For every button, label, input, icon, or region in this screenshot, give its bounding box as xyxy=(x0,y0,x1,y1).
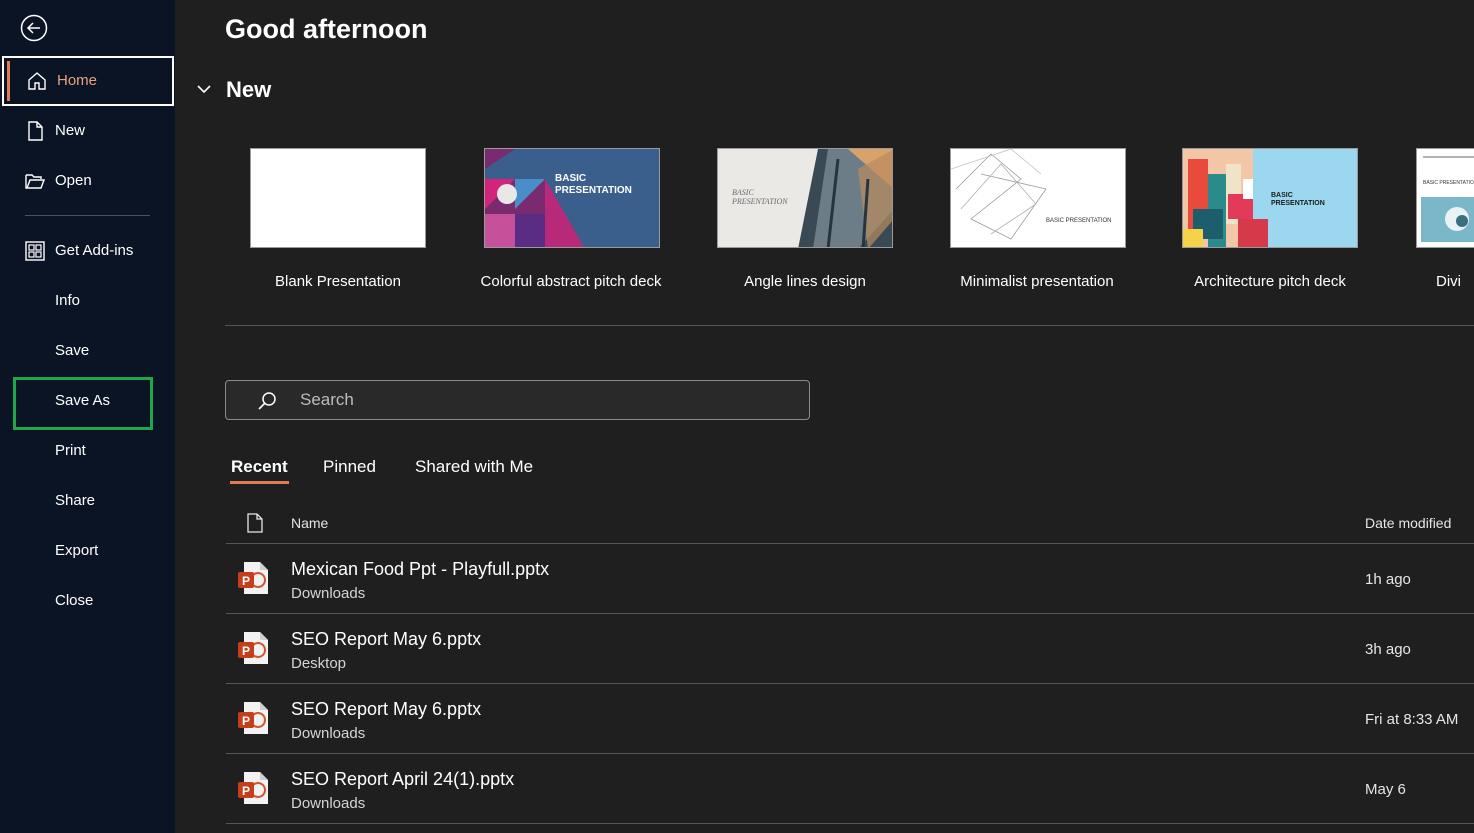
file-location: Downloads xyxy=(291,795,366,812)
greeting-title: Good afternoon xyxy=(225,14,428,44)
active-indicator xyxy=(7,61,10,101)
file-name: SEO Report May 6.pptx xyxy=(291,699,482,719)
tab-pinned[interactable]: Pinned xyxy=(323,457,376,477)
powerpoint-backstage: Home New Open Get Add-ins Info Save Save… xyxy=(0,0,1474,833)
template-thumbnail: BASIC PRESENTATION xyxy=(1182,148,1358,248)
file-type-icon xyxy=(247,513,263,533)
sidebar-item-label: Get Add-ins xyxy=(55,242,134,259)
section-divider xyxy=(225,325,1474,326)
template-thumbnail: BASIC PRESENTATION xyxy=(1416,148,1474,248)
template-thumbnail: BASIC PRESENTATION xyxy=(717,148,893,248)
file-location: Downloads xyxy=(291,725,366,742)
sidebar-item-label: Save As xyxy=(55,392,111,409)
template-minimalist[interactable]: BASIC PRESENTATION Minimalist presentati… xyxy=(937,148,1137,298)
back-arrow-icon xyxy=(20,14,48,42)
sidebar-item-new[interactable]: New xyxy=(0,106,175,156)
template-label: Colorful abstract pitch deck xyxy=(480,273,662,290)
template-blank-presentation[interactable]: Blank Presentation xyxy=(238,148,438,298)
sidebar-item-label: Export xyxy=(55,542,99,559)
active-tab-indicator xyxy=(230,481,289,484)
column-header-date-modified[interactable]: Date modified xyxy=(1365,515,1451,531)
new-document-icon xyxy=(24,120,46,142)
svg-text:BASIC PRESENTATION: BASIC PRESENTATION xyxy=(1423,180,1474,186)
powerpoint-file-icon: P xyxy=(238,702,268,734)
sidebar-item-label: Save xyxy=(55,342,90,359)
tab-recent[interactable]: Recent xyxy=(231,457,288,477)
svg-text:P: P xyxy=(242,644,250,658)
sidebar-item-save[interactable]: Save xyxy=(0,326,175,376)
file-name: SEO Report May 6.pptx xyxy=(291,629,482,649)
sidebar-item-open[interactable]: Open xyxy=(0,156,175,206)
sidebar-divider xyxy=(25,215,150,216)
sidebar-item-label: Open xyxy=(55,172,92,189)
template-label: Minimalist presentation xyxy=(960,273,1114,290)
template-colorful-abstract[interactable]: BASIC PRESENTATION Colorful abstract pit… xyxy=(471,148,671,298)
template-divi[interactable]: BASIC PRESENTATION Divi xyxy=(1404,148,1474,298)
file-row[interactable]: P SEO Report April 24(1).pptx Downloads … xyxy=(226,754,1474,824)
new-section-title: New xyxy=(226,77,272,102)
svg-text:BASIC: BASIC xyxy=(555,173,586,184)
tab-shared-with-me[interactable]: Shared with Me xyxy=(415,457,533,477)
svg-text:PRESENTATION: PRESENTATION xyxy=(1271,200,1325,207)
template-thumbnail: BASIC PRESENTATION xyxy=(484,148,660,248)
svg-text:PRESENTATION: PRESENTATION xyxy=(731,197,788,206)
template-thumbnail xyxy=(250,148,426,248)
file-date-modified: 3h ago xyxy=(1365,641,1411,658)
template-label: Angle lines design xyxy=(744,273,866,290)
file-row[interactable]: P SEO Report May 6.pptx Downloads Fri at… xyxy=(226,684,1474,754)
svg-text:BASIC: BASIC xyxy=(732,188,754,197)
file-name: Mexican Food Ppt - Playfull.pptx xyxy=(291,559,550,579)
chevron-down-icon xyxy=(197,85,211,94)
sidebar-item-label: New xyxy=(55,122,86,139)
sidebar-item-info[interactable]: Info xyxy=(0,276,175,326)
template-label: Blank Presentation xyxy=(275,273,401,290)
powerpoint-file-icon: P xyxy=(238,632,268,664)
search-input[interactable] xyxy=(300,387,780,413)
sidebar-item-label: Print xyxy=(55,442,86,459)
add-ins-grid-icon xyxy=(24,240,46,262)
sidebar-item-label: Home xyxy=(57,72,98,89)
sidebar-item-close[interactable]: Close xyxy=(0,576,175,626)
search-icon xyxy=(258,392,276,410)
sidebar-item-label: Info xyxy=(55,292,81,309)
file-row[interactable]: P SEO Report May 6.pptx Desktop 3h ago xyxy=(226,614,1474,684)
powerpoint-file-icon: P xyxy=(238,772,268,804)
template-angle-lines[interactable]: BASIC PRESENTATION Angle lines design xyxy=(705,148,905,298)
file-name: SEO Report April 24(1).pptx xyxy=(291,769,515,789)
svg-text:BASIC PRESENTATION: BASIC PRESENTATION xyxy=(1046,218,1111,224)
file-date-modified: Fri at 8:33 AM xyxy=(1365,711,1459,728)
search-box[interactable] xyxy=(225,380,810,420)
file-location: Desktop xyxy=(291,655,347,672)
file-date-modified: 1h ago xyxy=(1365,571,1411,588)
file-date-modified: May 6 xyxy=(1365,781,1406,798)
template-label: Architecture pitch deck xyxy=(1194,273,1346,290)
sidebar-item-share[interactable]: Share xyxy=(0,476,175,526)
sidebar-item-print[interactable]: Print xyxy=(0,426,175,476)
file-row[interactable]: P Mexican Food Ppt - Playfull.pptx Downl… xyxy=(226,544,1474,614)
template-thumbnail: BASIC PRESENTATION xyxy=(950,148,1126,248)
svg-text:P: P xyxy=(242,574,250,588)
sidebar-item-export[interactable]: Export xyxy=(0,526,175,576)
back-button[interactable] xyxy=(20,14,48,42)
home-icon xyxy=(26,70,48,92)
template-architecture[interactable]: BASIC PRESENTATION Architecture pitch de… xyxy=(1170,148,1370,298)
svg-text:BASIC: BASIC xyxy=(1271,192,1293,199)
sidebar-item-label: Close xyxy=(55,592,94,609)
sidebar-item-label: Share xyxy=(55,492,96,509)
column-header-name[interactable]: Name xyxy=(291,515,328,531)
svg-text:PRESENTATION: PRESENTATION xyxy=(555,185,632,196)
sidebar-item-get-add-ins[interactable]: Get Add-ins xyxy=(0,226,175,276)
svg-text:P: P xyxy=(242,714,250,728)
open-folder-icon xyxy=(24,170,46,192)
file-location: Downloads xyxy=(291,585,366,602)
sidebar-item-save-as[interactable]: Save As xyxy=(0,376,175,426)
new-section-collapse-button[interactable] xyxy=(195,78,213,100)
svg-text:P: P xyxy=(242,784,250,798)
powerpoint-file-icon: P xyxy=(238,562,268,594)
sidebar-item-home[interactable]: Home xyxy=(2,56,174,106)
backstage-sidebar: Home New Open Get Add-ins Info Save Save… xyxy=(0,0,175,833)
template-label: Divi xyxy=(1436,273,1461,290)
